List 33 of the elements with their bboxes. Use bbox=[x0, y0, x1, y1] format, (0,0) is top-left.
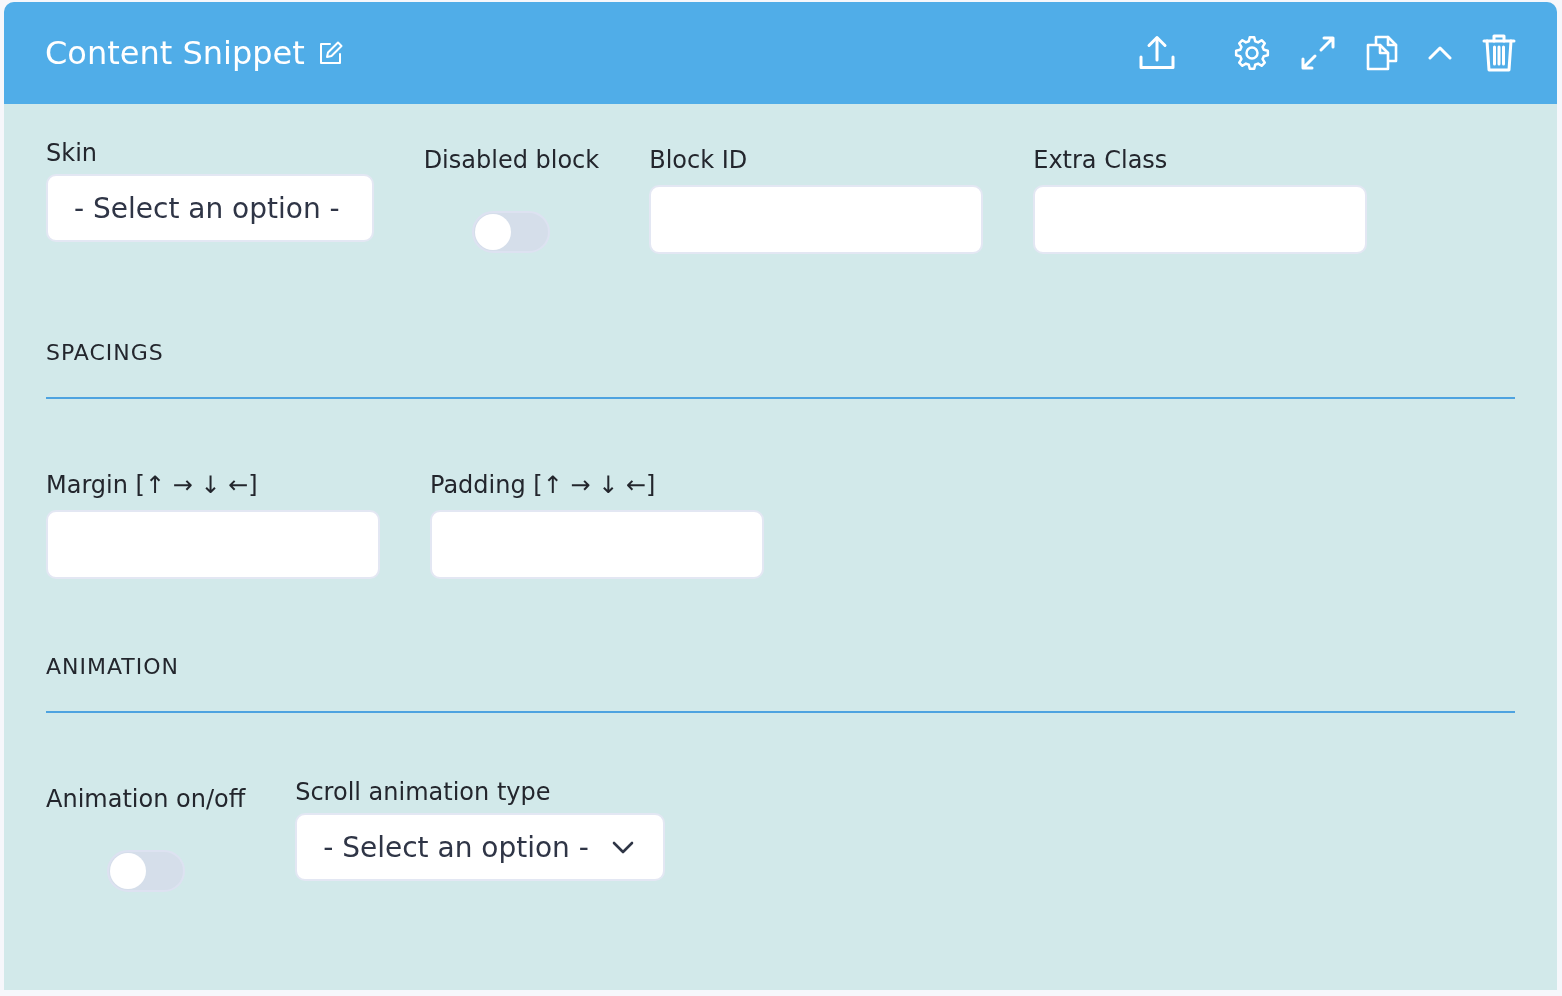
settings-icon bbox=[1234, 35, 1270, 71]
section-heading: SPACINGS bbox=[46, 339, 164, 367]
panel-title: Content Snippet bbox=[45, 33, 305, 73]
field-label: Block ID bbox=[649, 146, 748, 174]
field-label: Margin [↑ → ↓ ←] bbox=[46, 471, 258, 499]
input-field[interactable] bbox=[649, 185, 984, 254]
toggle-switch[interactable] bbox=[106, 850, 185, 892]
chevron-down-icon bbox=[611, 840, 634, 854]
upload-icon bbox=[1139, 35, 1175, 71]
chevron-up-icon bbox=[1428, 46, 1452, 60]
input-field[interactable] bbox=[430, 510, 764, 579]
trash-icon bbox=[1482, 34, 1516, 72]
section-heading: ANIMATION bbox=[46, 653, 180, 681]
field-label: Animation on/off bbox=[46, 785, 246, 813]
collapse-button[interactable] bbox=[1428, 46, 1452, 60]
field-label: Skin bbox=[46, 139, 97, 167]
select-dropdown[interactable]: - Select an option - bbox=[295, 813, 665, 881]
edit-icon[interactable] bbox=[318, 41, 343, 65]
input-field[interactable] bbox=[1033, 185, 1368, 254]
field-label: Extra Class bbox=[1033, 146, 1168, 174]
toggle-switch[interactable] bbox=[472, 211, 551, 253]
delete-button[interactable] bbox=[1482, 34, 1516, 72]
expand-button[interactable] bbox=[1300, 35, 1336, 71]
field-label: Padding [↑ → ↓ ←] bbox=[430, 471, 656, 499]
field-label: Scroll animation type bbox=[295, 778, 551, 806]
copy-icon bbox=[1366, 35, 1398, 71]
settings-button[interactable] bbox=[1234, 35, 1270, 71]
input-field[interactable] bbox=[46, 510, 380, 579]
upload-button[interactable] bbox=[1139, 35, 1175, 71]
select-dropdown[interactable]: - Select an option - bbox=[46, 174, 374, 242]
copy-button[interactable] bbox=[1366, 35, 1398, 71]
field-label: Disabled block bbox=[423, 146, 600, 174]
expand-icon bbox=[1300, 35, 1336, 71]
